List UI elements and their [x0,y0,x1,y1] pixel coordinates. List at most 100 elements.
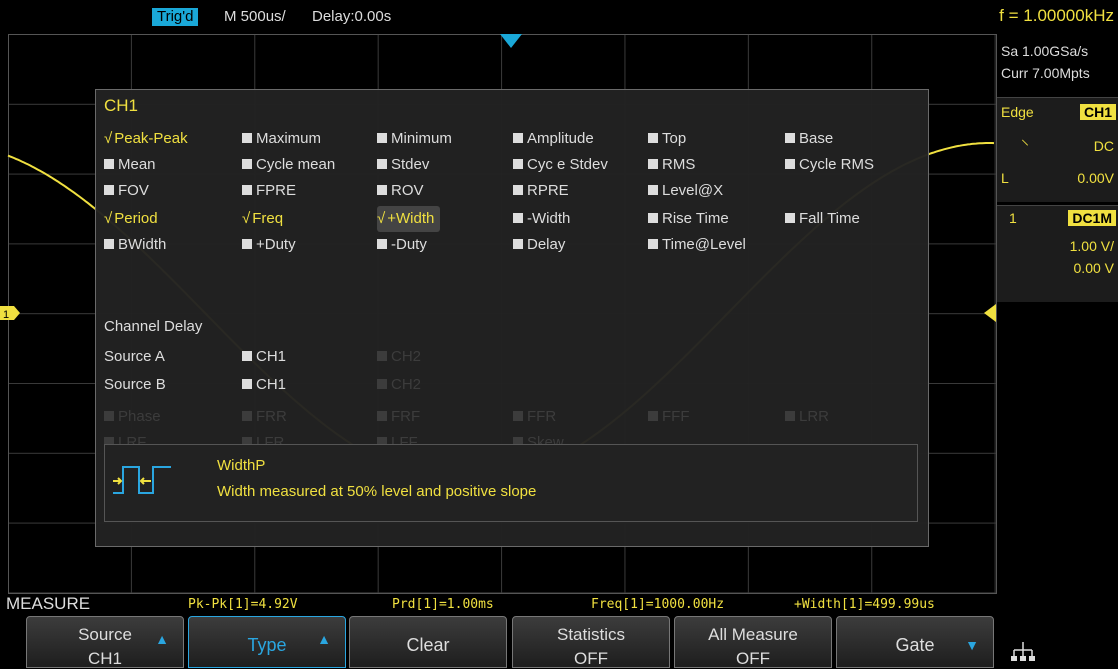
source-b-label: Source B [104,376,166,393]
measure-option-frr: FRR [242,404,287,430]
measure-option-time-level[interactable]: Time@Level [648,232,746,258]
measure-option-fall-time[interactable]: Fall Time [785,206,860,232]
check-icon: √ [104,130,113,147]
checkbox-icon [104,185,114,195]
measure-option-cyc-e-stdev[interactable]: Cyc e Stdev [513,152,608,178]
measurement-value: +Width[1]=499.99us [794,597,935,612]
checkbox-icon [377,185,387,195]
option-label: Amplitude [527,130,594,147]
check-icon: √ [377,210,386,227]
measure-name: WidthP [217,457,266,474]
measure-option-ch1[interactable]: CH1 [242,344,286,370]
trigger-level: 0.00V [1077,170,1114,186]
option-label: Period [114,210,158,227]
option-label: CH2 [391,376,422,393]
measure-option-width[interactable]: √ +Width [377,206,441,232]
measure-option-stdev[interactable]: Stdev [377,152,429,178]
option-label: CH1 [256,348,287,365]
checkbox-icon [648,133,658,143]
option-label: FOV [118,182,149,199]
checkbox-icon [377,133,387,143]
softkey-value: OFF [736,649,770,668]
measure-option-rov[interactable]: ROV [377,178,424,204]
option-label: +Duty [256,236,296,253]
option-label: Peak-Peak [114,130,188,147]
measure-option-rpre[interactable]: RPRE [513,178,569,204]
checkbox-icon [648,411,658,421]
checkbox-icon [648,159,658,169]
option-label: Minimum [391,130,452,147]
measure-option-phase: Phase [104,404,161,430]
measure-option-bwidth[interactable]: BWidth [104,232,166,258]
checkbox-icon [104,411,114,421]
option-label: Cycle RMS [799,156,875,173]
channel1-marker-icon: 1 [0,306,20,321]
channel-number: 1 [1009,210,1017,226]
measure-description: Width measured at 50% level and positive… [217,483,537,500]
option-label: Fall Time [799,210,860,227]
channel-coupling-badge: DC1M [1068,210,1116,226]
measure-option-period[interactable]: √ Period [104,206,158,232]
measure-option-amplitude[interactable]: Amplitude [513,126,594,152]
measure-option-duty[interactable]: +Duty [242,232,296,258]
checkbox-icon [648,185,658,195]
measure-option-ch1[interactable]: CH1 [242,372,286,398]
measure-option-frf: FRF [377,404,420,430]
svg-text:1: 1 [3,309,9,321]
option-label: LRR [799,408,830,425]
channel1-info[interactable]: 1 DC1M 1.00 V/ 0.00 V [997,205,1118,302]
acquisition-info: Sa 1.00GSa/s Curr 7.00Mpts [997,40,1118,84]
checkbox-icon [785,411,795,421]
clear-softkey[interactable]: Clear [349,616,507,668]
checkbox-icon [242,379,252,389]
trigger-position-icon[interactable] [500,34,522,48]
type-softkey[interactable]: Type ▲ [188,616,346,668]
measure-option-mean[interactable]: Mean [104,152,156,178]
option-label: FRF [391,408,421,425]
measure-option-ch2: CH2 [377,344,421,370]
gate-softkey[interactable]: Gate ▼ [836,616,994,668]
statistics-softkey[interactable]: Statistics OFF [512,616,670,668]
option-label: Top [662,130,687,147]
measure-option-cycle-mean[interactable]: Cycle mean [242,152,335,178]
measure-option-maximum[interactable]: Maximum [242,126,321,152]
option-label: Cycle mean [256,156,336,173]
softkey-value: OFF [574,649,608,668]
channel-offset: 0.00 V [1073,260,1114,276]
memory-depth: Curr 7.00Mpts [1001,65,1090,81]
measure-option-fpre[interactable]: FPRE [242,178,296,204]
measure-option-rise-time[interactable]: Rise Time [648,206,729,232]
trigger-info[interactable]: Edge CH1 ⸌ DC L 0.00V [997,97,1118,202]
checkbox-icon [648,213,658,223]
arrow-down-icon: ▼ [965,637,979,653]
measure-option-delay[interactable]: Delay [513,232,565,258]
source-softkey[interactable]: Source CH1 ▲ [26,616,184,668]
measure-option-duty[interactable]: -Duty [377,232,427,258]
checkbox-icon [242,239,252,249]
measure-option-cycle-rms[interactable]: Cycle RMS [785,152,874,178]
measure-option-width[interactable]: -Width [513,206,570,232]
measure-option-level-x[interactable]: Level@X [648,178,723,204]
softkey-label: Clear [406,635,450,655]
option-label: RPRE [527,182,569,199]
measurement-value: Prd[1]=1.00ms [392,597,494,612]
measure-option-rms[interactable]: RMS [648,152,695,178]
measure-option-fov[interactable]: FOV [104,178,149,204]
checkbox-icon [377,239,387,249]
option-label: FFR [527,408,557,425]
measure-option-ffr: FFR [513,404,556,430]
measure-option-top[interactable]: Top [648,126,686,152]
all-measure-softkey[interactable]: All Measure OFF [674,616,832,668]
measure-option-peak-peak[interactable]: √ Peak-Peak [104,126,188,152]
option-label: Level@X [662,182,724,199]
measure-option-freq[interactable]: √ Freq [242,206,283,232]
checkbox-icon [242,351,252,361]
measure-option-minimum[interactable]: Minimum [377,126,452,152]
trigger-level-icon [984,304,996,322]
measure-option-fff: FFF [648,404,690,430]
option-label: +Width [387,210,435,227]
rising-edge-icon: ⸌ [1021,138,1030,155]
measure-option-base[interactable]: Base [785,126,833,152]
option-label: Maximum [256,130,322,147]
trigger-source-badge: CH1 [1079,104,1116,120]
